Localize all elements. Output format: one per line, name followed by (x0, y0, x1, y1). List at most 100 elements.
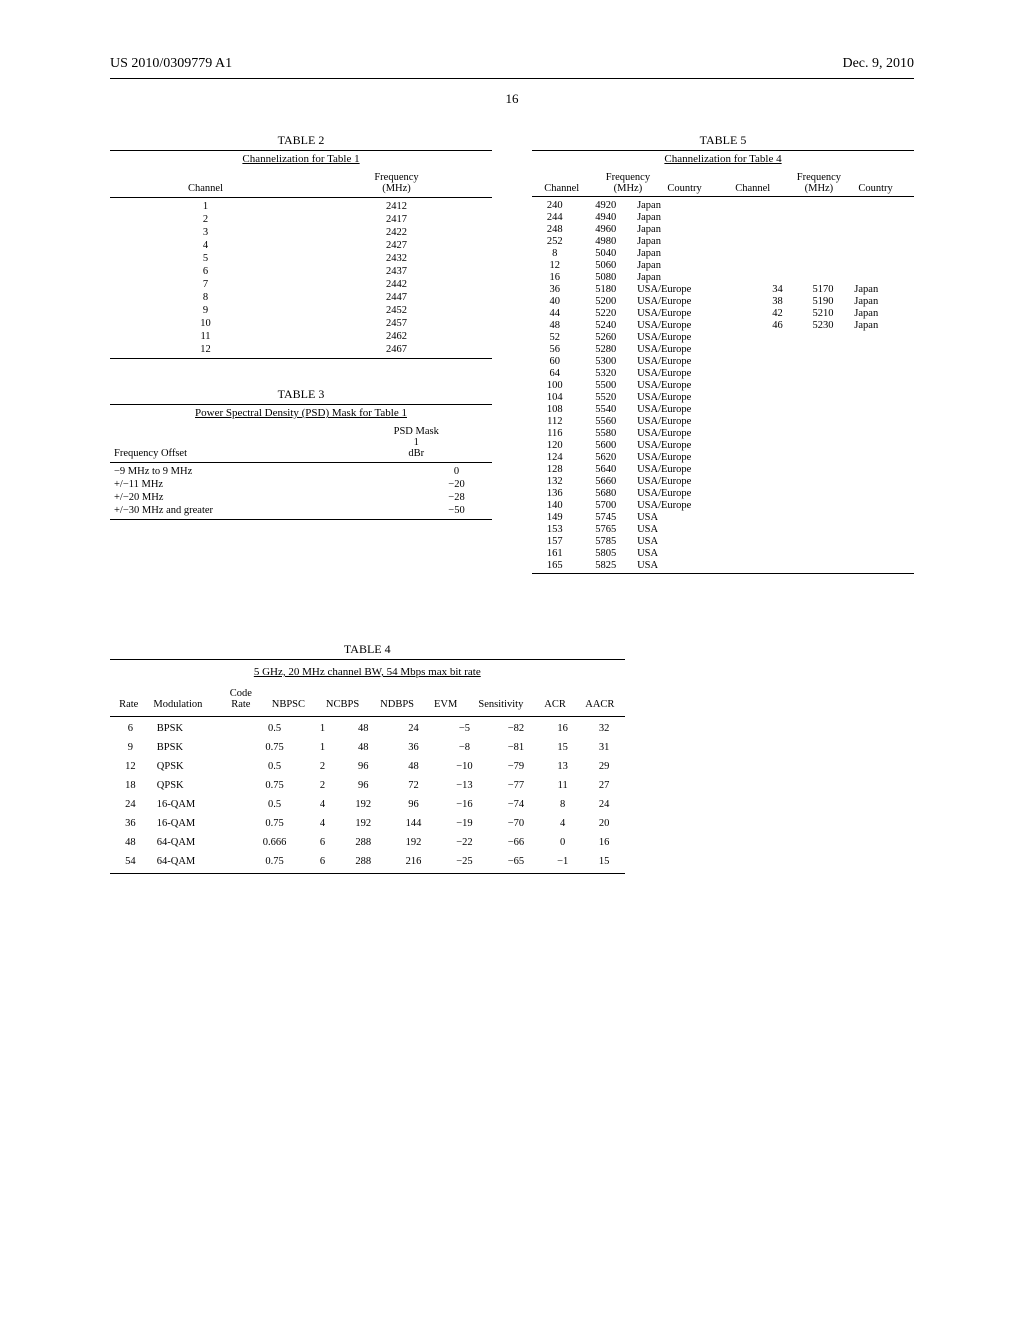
cell-country-b (851, 547, 914, 559)
cell-aacr: 29 (584, 757, 625, 776)
table-row: 1495745USA (532, 511, 914, 523)
cell-channel-b (760, 391, 795, 403)
cell-freq-b (795, 391, 852, 403)
cell-channel: 10 (110, 317, 301, 330)
cell-aacr: 16 (584, 833, 625, 852)
cell-code: 0.75 (242, 738, 307, 757)
cell-freq: 4960 (578, 223, 635, 235)
cell-country-b (851, 223, 914, 235)
table-5-title: TABLE 5 (532, 133, 914, 148)
cell-channel: 40 (532, 295, 578, 307)
t4-head-sens: Sensitivity (467, 684, 535, 714)
cell-country-b (851, 535, 914, 547)
cell-freq-b (795, 259, 852, 271)
cell-freq-b (795, 247, 852, 259)
t5-head-country-a: Country (664, 171, 723, 194)
t4-head-ndbps: NDBPS (370, 684, 425, 714)
cell-channel: 8 (110, 291, 301, 304)
cell-mod: 16-QAM (151, 814, 243, 833)
cell-rate: 18 (110, 776, 151, 795)
table-3: TABLE 3 Power Spectral Density (PSD) Mas… (110, 387, 492, 520)
cell-channel: 8 (532, 247, 578, 259)
t4-head-mod: Modulation (147, 684, 220, 714)
cell-dbr: −28 (421, 491, 492, 504)
cell-country: Japan (634, 247, 760, 259)
table-row: 32422 (110, 226, 492, 239)
table-3-grid: Frequency Offset PSD Mask 1 dBr (110, 425, 492, 460)
cell-channel-b (760, 247, 795, 259)
cell-dbr: −50 (421, 504, 492, 517)
cell-offset: +/−11 MHz (110, 478, 421, 491)
rule (110, 197, 492, 198)
cell-country-b (851, 391, 914, 403)
cell-channel-b (760, 415, 795, 427)
cell-channel: 248 (532, 223, 578, 235)
cell-sens: −81 (490, 738, 542, 757)
table-row: 2484960Japan (532, 223, 914, 235)
cell-nbpsc: 4 (307, 795, 338, 814)
cell-channel-b (760, 451, 795, 463)
cell-ndbps: 24 (388, 719, 438, 738)
cell-channel: 140 (532, 499, 578, 511)
cell-aacr: 32 (584, 719, 625, 738)
cell-freq: 5260 (578, 331, 635, 343)
cell-channel: 100 (532, 379, 578, 391)
cell-channel: 5 (110, 252, 301, 265)
cell-freq: 4980 (578, 235, 635, 247)
cell-channel: 6 (110, 265, 301, 278)
cell-channel-b: 34 (760, 283, 795, 295)
table-row: 82447 (110, 291, 492, 304)
cell-freq: 5200 (578, 295, 635, 307)
cell-evm: −22 (439, 833, 491, 852)
cell-acr: 15 (542, 738, 584, 757)
cell-freq: 5040 (578, 247, 635, 259)
table-4-grid: Rate Modulation Code Rate NBPSC NCBPS ND… (110, 684, 625, 714)
rule (532, 573, 914, 574)
doc-number: US 2010/0309779 A1 (110, 56, 232, 72)
cell-freq: 5600 (578, 439, 635, 451)
cell-dbr: −20 (421, 478, 492, 491)
t4-head-code: Code Rate (220, 684, 261, 714)
cell-freq: 2417 (301, 213, 492, 226)
cell-ndbps: 48 (388, 757, 438, 776)
cell-freq: 5765 (578, 523, 635, 535)
cell-channel: 60 (532, 355, 578, 367)
cell-channel-b (760, 271, 795, 283)
cell-channel: 252 (532, 235, 578, 247)
cell-freq: 2457 (301, 317, 492, 330)
cell-country-b (851, 403, 914, 415)
cell-channel: 56 (532, 343, 578, 355)
th-line: Rate (231, 699, 250, 710)
cell-channel-b (760, 547, 795, 559)
table-row: 112462 (110, 330, 492, 343)
table-row: 1655825USA (532, 559, 914, 571)
cell-channel-b (760, 235, 795, 247)
cell-sens: −77 (490, 776, 542, 795)
th-line: Frequency (797, 172, 841, 183)
cell-dbr: 0 (421, 465, 492, 478)
cell-freq: 4940 (578, 211, 635, 223)
cell-aacr: 20 (584, 814, 625, 833)
cell-channel-b (760, 367, 795, 379)
cell-channel-b (760, 535, 795, 547)
cell-freq: 5620 (578, 451, 635, 463)
table-row: 18QPSK0.7529672−13−771127 (110, 776, 625, 795)
table-5-body: 2404920Japan2444940Japan2484960Japan2524… (532, 199, 914, 571)
cell-freq: 4920 (578, 199, 635, 211)
table-row: 102457 (110, 317, 492, 330)
cell-acr: −1 (542, 852, 584, 871)
cell-channel: 120 (532, 439, 578, 451)
table-row: 85040Japan (532, 247, 914, 259)
cell-rate: 54 (110, 852, 151, 871)
cell-freq-b (795, 367, 852, 379)
cell-freq-b (795, 487, 852, 499)
cell-channel: 128 (532, 463, 578, 475)
cell-channel-b (760, 523, 795, 535)
cell-ncbps: 192 (338, 795, 388, 814)
t4-head-rate: Rate (110, 684, 147, 714)
cell-country: USA (634, 535, 760, 547)
table-2-head-channel: Channel (110, 171, 301, 195)
cell-country: USA (634, 523, 760, 535)
cell-country: USA/Europe (634, 427, 760, 439)
cell-aacr: 31 (584, 738, 625, 757)
